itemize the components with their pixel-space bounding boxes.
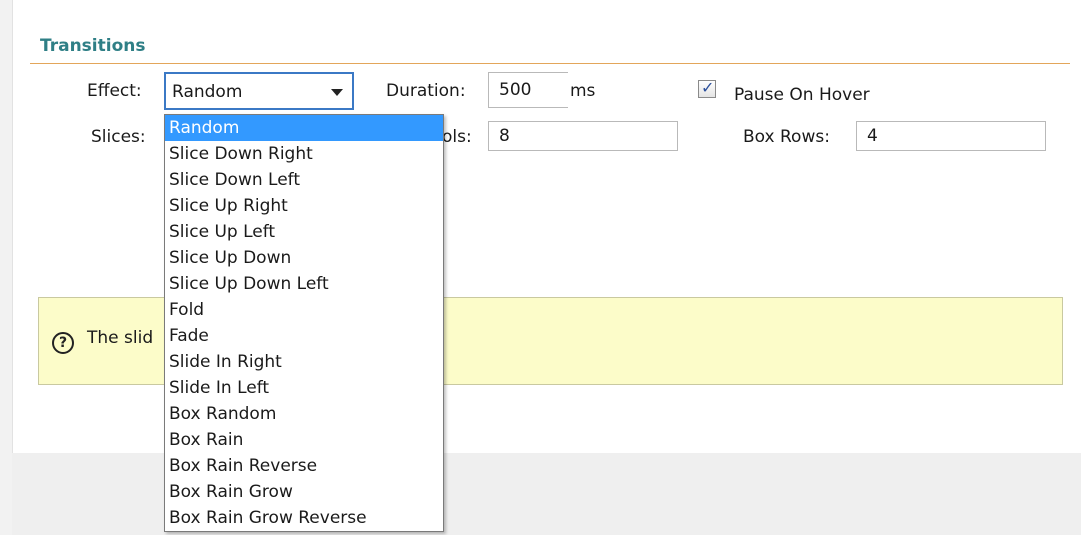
effect-dropdown-list[interactable]: Random Slice Down Right Slice Down Left Sli…: [164, 114, 444, 532]
checkmark-icon: ✓: [701, 78, 715, 97]
slices-label: Slices:: [91, 127, 146, 147]
effect-option[interactable]: Box Rain: [165, 427, 443, 453]
box-cols-input[interactable]: 8: [488, 121, 678, 151]
box-cols-label: ols:: [442, 127, 472, 147]
help-text: The slid: [87, 328, 154, 348]
effect-option[interactable]: Box Random: [165, 401, 443, 427]
box-rows-input[interactable]: 4: [856, 121, 1046, 151]
effect-option[interactable]: Slice Up Right: [165, 193, 443, 219]
effect-option[interactable]: Box Rain Grow: [165, 479, 443, 505]
effect-option[interactable]: Slice Down Left: [165, 167, 443, 193]
effect-option[interactable]: Fade: [165, 323, 443, 349]
effect-option[interactable]: Slice Down Right: [165, 141, 443, 167]
effect-option[interactable]: Slice Up Down Left: [165, 271, 443, 297]
chevron-down-icon[interactable]: [331, 89, 343, 96]
effect-select[interactable]: Random: [164, 72, 354, 110]
duration-input[interactable]: 500: [488, 72, 568, 108]
effect-label: Effect:: [87, 81, 142, 101]
effect-option[interactable]: Fold: [165, 297, 443, 323]
pause-on-hover-checkbox[interactable]: ✓: [698, 78, 716, 98]
effect-option[interactable]: Random: [165, 115, 443, 141]
effect-option[interactable]: Slide In Right: [165, 349, 443, 375]
duration-unit: ms: [570, 81, 596, 101]
question-circle-icon: ?: [52, 332, 74, 354]
effect-option[interactable]: Box Rain Grow Reverse: [165, 505, 443, 531]
section-title: Transitions: [40, 36, 146, 56]
pause-on-hover-label: Pause On Hover: [734, 85, 870, 105]
section-divider: [30, 63, 1070, 64]
effect-option[interactable]: Box Rain Reverse: [165, 453, 443, 479]
effect-option[interactable]: Slice Up Down: [165, 245, 443, 271]
duration-label: Duration:: [386, 81, 466, 101]
box-rows-label: Box Rows:: [743, 127, 830, 147]
effect-select-value: Random: [172, 82, 243, 102]
effect-option[interactable]: Slide In Left: [165, 375, 443, 401]
effect-option[interactable]: Slice Up Left: [165, 219, 443, 245]
